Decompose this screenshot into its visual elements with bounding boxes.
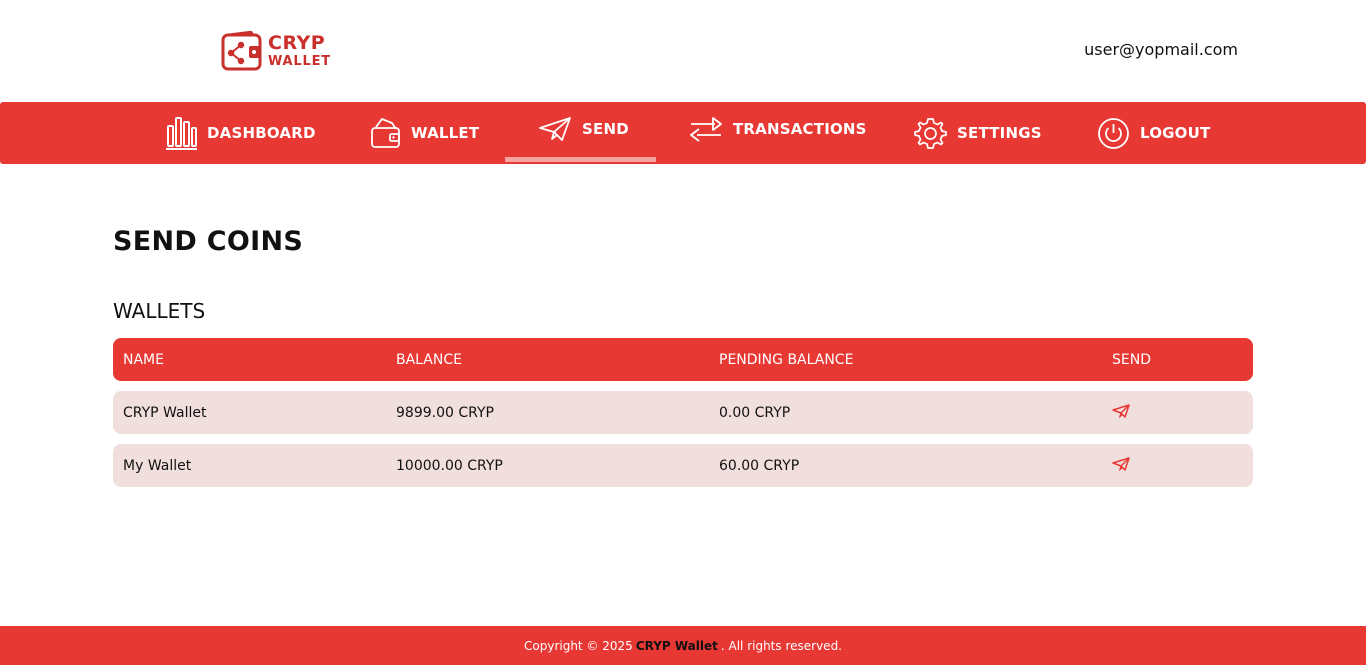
send-button[interactable] [1112,403,1130,418]
nav-logout[interactable]: LOGOUT [1097,102,1210,164]
main-navbar: DASHBOARD WALLET SEND TRANSACTIONS SETTI… [0,102,1366,164]
page-title: SEND COINS [113,226,304,257]
wallet-name: My Wallet [123,457,192,474]
column-header-send: SEND [1112,351,1151,368]
nav-send[interactable]: SEND [538,98,629,160]
nav-logout-label: LOGOUT [1140,124,1211,142]
header: CRYP WALLET user@yopmail.com [0,0,1366,102]
power-icon [1098,117,1129,149]
nav-dashboard[interactable]: DASHBOARD [165,102,316,164]
send-button[interactable] [1112,456,1130,471]
gear-icon [914,117,947,149]
nav-settings[interactable]: SETTINGS [914,102,1042,164]
brand-logo[interactable]: CRYP WALLET [221,30,331,72]
paper-plane-icon [539,117,571,141]
brand-name-line1: CRYP [268,32,326,54]
wallet-logo-icon [221,30,262,70]
wallet-balance: 9899.00 CRYP [396,404,494,421]
copyright-suffix: . All rights reserved. [720,638,842,653]
column-header-balance: BALANCE [396,351,462,368]
user-email[interactable]: user@yopmail.com [1084,40,1238,59]
nav-send-label: SEND [582,120,629,138]
nav-dashboard-label: DASHBOARD [207,124,316,142]
nav-wallet-label: WALLET [411,124,480,142]
section-title: WALLETS [113,299,206,323]
column-header-name: NAME [123,351,164,368]
footer: Copyright © 2025 CRYP Wallet . All right… [0,626,1366,665]
copyright-prefix: Copyright © 2025 [524,638,633,653]
wallets-table: NAME BALANCE PENDING BALANCE SEND CRYP W… [113,338,1253,487]
transfer-arrows-icon [690,117,722,142]
brand-name-line2: WALLET [268,54,331,69]
footer-brand-link[interactable]: CRYP Wallet [636,639,718,653]
wallet-balance: 10000.00 CRYP [396,457,503,474]
nav-settings-label: SETTINGS [957,124,1042,142]
table-header: NAME BALANCE PENDING BALANCE SEND [113,338,1253,381]
wallet-pending-balance: 0.00 CRYP [719,404,791,421]
nav-active-indicator [505,157,656,162]
nav-transactions-label: TRANSACTIONS [733,120,867,138]
table-row: CRYP Wallet 9899.00 CRYP 0.00 CRYP [113,391,1253,434]
paper-plane-icon [1112,456,1130,471]
nav-transactions[interactable]: TRANSACTIONS [689,98,867,160]
wallet-pending-balance: 60.00 CRYP [719,457,800,474]
bar-chart-icon [166,117,197,150]
table-row: My Wallet 10000.00 CRYP 60.00 CRYP [113,444,1253,487]
wallet-name: CRYP Wallet [123,404,207,421]
paper-plane-icon [1112,403,1130,418]
column-header-pending-balance: PENDING BALANCE [719,351,854,368]
nav-wallet[interactable]: WALLET [370,102,479,164]
wallet-icon [371,117,400,148]
